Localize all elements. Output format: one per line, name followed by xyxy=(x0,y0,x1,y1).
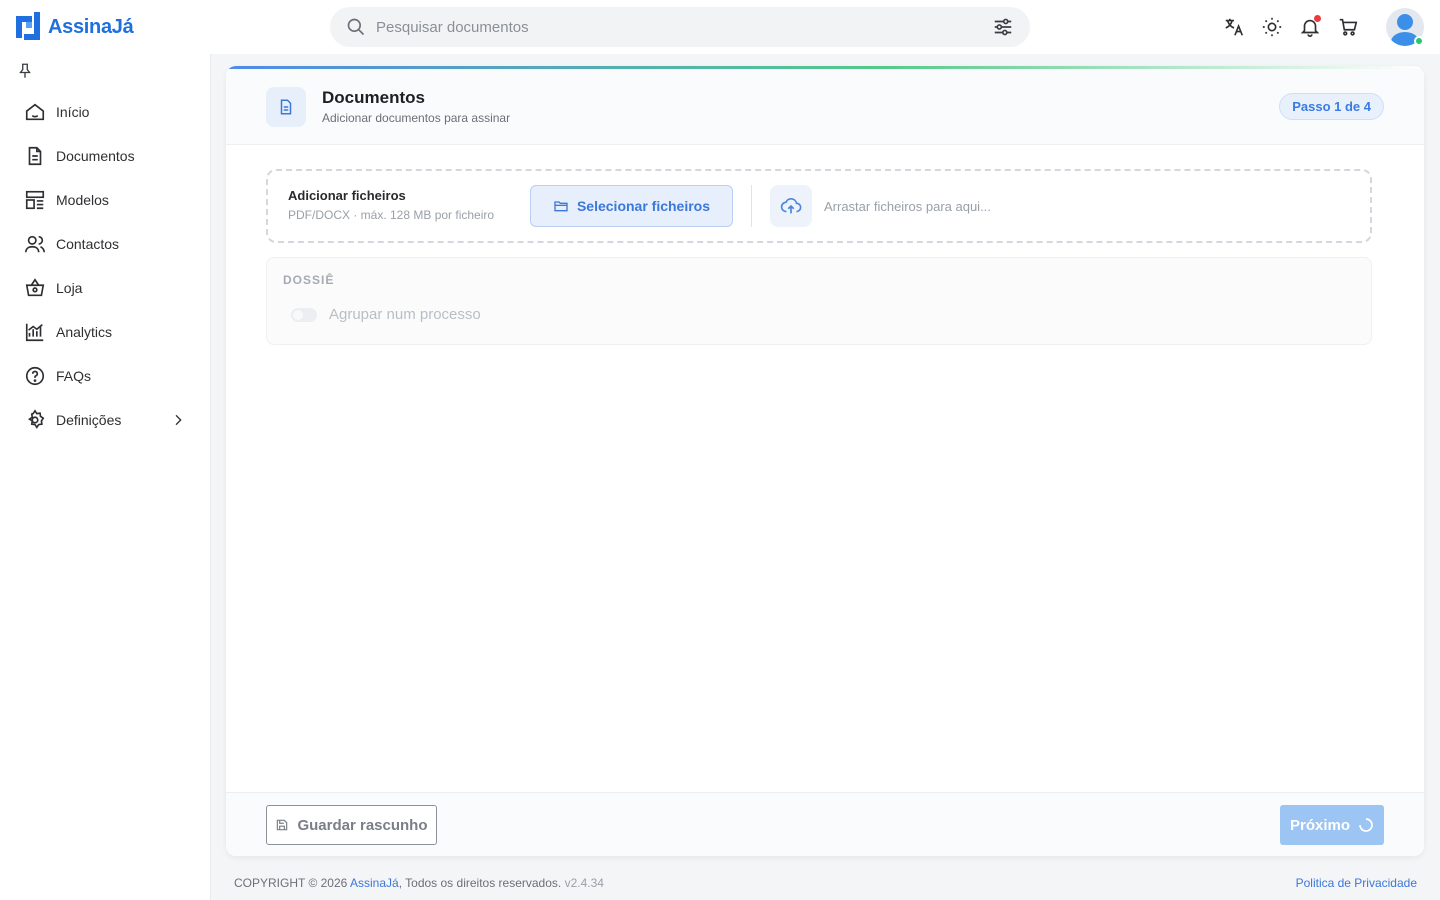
copyright-suffix: , Todos os direitos reservados. xyxy=(398,876,562,890)
sidebar-item-label: Definições xyxy=(56,412,122,428)
document-icon xyxy=(266,87,306,127)
document-icon xyxy=(28,146,42,166)
top-bar: AssinaJá xyxy=(0,0,1440,54)
brand-logo[interactable]: AssinaJá xyxy=(16,12,134,42)
sun-icon[interactable] xyxy=(1260,13,1284,41)
analytics-icon xyxy=(25,323,44,342)
sidebar-item-label: Contactos xyxy=(56,236,120,252)
dossie-label: DOSSIÊ xyxy=(283,273,335,287)
sidebar-item-label: Início xyxy=(56,104,90,120)
brand-name: AssinaJá xyxy=(48,15,134,38)
notification-dot xyxy=(1314,15,1321,22)
search-bar xyxy=(330,7,1030,47)
sidebar-item-inicio[interactable]: Início xyxy=(14,90,196,134)
cloud-upload-icon xyxy=(770,185,812,227)
contacts-icon xyxy=(25,235,45,253)
sidebar-item-faqs[interactable]: FAQs xyxy=(14,354,196,398)
upload-title: Adicionar ficheiros xyxy=(288,188,406,203)
dossie-section: DOSSIÊ Agrupar num processo xyxy=(266,257,1372,345)
next-label: Próximo xyxy=(1289,816,1350,834)
sidebar-nav: Início Documentos Modelos Contactos Loja… xyxy=(14,90,196,442)
settings-icon xyxy=(28,409,45,429)
basket-icon xyxy=(25,278,45,297)
divider xyxy=(751,185,752,227)
save-icon xyxy=(277,819,288,831)
upload-hint: PDF/DOCX · máx. 128 MB por ficheiro xyxy=(288,208,495,222)
search-input[interactable] xyxy=(376,18,992,36)
sidebar-item-analytics[interactable]: Analytics xyxy=(14,310,196,354)
pin-icon[interactable] xyxy=(16,62,34,85)
logo-icon xyxy=(16,12,40,40)
help-icon xyxy=(25,366,45,386)
brand-link[interactable]: AssinaJá xyxy=(350,876,399,890)
drop-hint: Arrastar ficheiros para aqui... xyxy=(824,199,991,214)
spinner-icon xyxy=(1359,818,1373,832)
sidebar-item-label: Analytics xyxy=(56,324,113,340)
group-process-toggle[interactable] xyxy=(291,308,317,322)
documents-card: Documentos Adicionar documentos para ass… xyxy=(226,66,1424,856)
filter-icon[interactable] xyxy=(992,16,1014,38)
search-icon xyxy=(347,18,365,36)
sidebar-item-label: FAQs xyxy=(56,368,92,384)
sidebar-item-definicoes[interactable]: Definições xyxy=(14,398,196,442)
version-label: v2.4.34 xyxy=(564,876,604,890)
page-title: Documentos xyxy=(322,88,425,107)
chevron-right-icon xyxy=(175,414,182,426)
card-footer: Guardar rascunho Próximo xyxy=(226,792,1424,856)
copyright-prefix: COPYRIGHT © 2026 xyxy=(234,876,350,890)
sidebar-item-contactos[interactable]: Contactos xyxy=(14,222,196,266)
toggle-label: Agrupar num processo xyxy=(329,306,481,323)
sidebar-item-modelos[interactable]: Modelos xyxy=(14,178,196,222)
sidebar-item-label: Documentos xyxy=(56,148,135,164)
save-draft-button[interactable]: Guardar rascunho xyxy=(266,805,437,845)
card-header: Documentos Adicionar documentos para ass… xyxy=(226,69,1424,145)
select-files-label: Selecionar ficheiros xyxy=(576,198,711,214)
next-button[interactable]: Próximo xyxy=(1280,805,1384,845)
templates-icon xyxy=(25,190,45,210)
folder-icon xyxy=(554,201,568,212)
cart-icon[interactable] xyxy=(1336,13,1360,41)
translate-icon[interactable] xyxy=(1222,13,1246,41)
online-status-dot xyxy=(1414,36,1424,46)
bell-icon[interactable] xyxy=(1298,13,1322,41)
select-files-button[interactable]: Selecionar ficheiros xyxy=(530,185,733,227)
sidebar-item-label: Modelos xyxy=(56,192,109,208)
sidebar: Início Documentos Modelos Contactos Loja… xyxy=(0,54,210,900)
save-draft-label: Guardar rascunho xyxy=(297,816,428,834)
home-icon xyxy=(25,103,45,121)
upload-dropzone[interactable]: Adicionar ficheiros PDF/DOCX · máx. 128 … xyxy=(266,169,1372,243)
sidebar-item-documentos[interactable]: Documentos xyxy=(14,134,196,178)
page-subtitle: Adicionar documentos para assinar xyxy=(322,111,511,125)
privacy-policy-link[interactable]: Politica de Privacidade xyxy=(1296,876,1417,890)
sidebar-item-label: Loja xyxy=(56,280,83,296)
copyright: COPYRIGHT © 2026 AssinaJá, Todos os dire… xyxy=(234,876,604,890)
step-badge: Passo 1 de 4 xyxy=(1279,93,1384,120)
sidebar-item-loja[interactable]: Loja xyxy=(14,266,196,310)
